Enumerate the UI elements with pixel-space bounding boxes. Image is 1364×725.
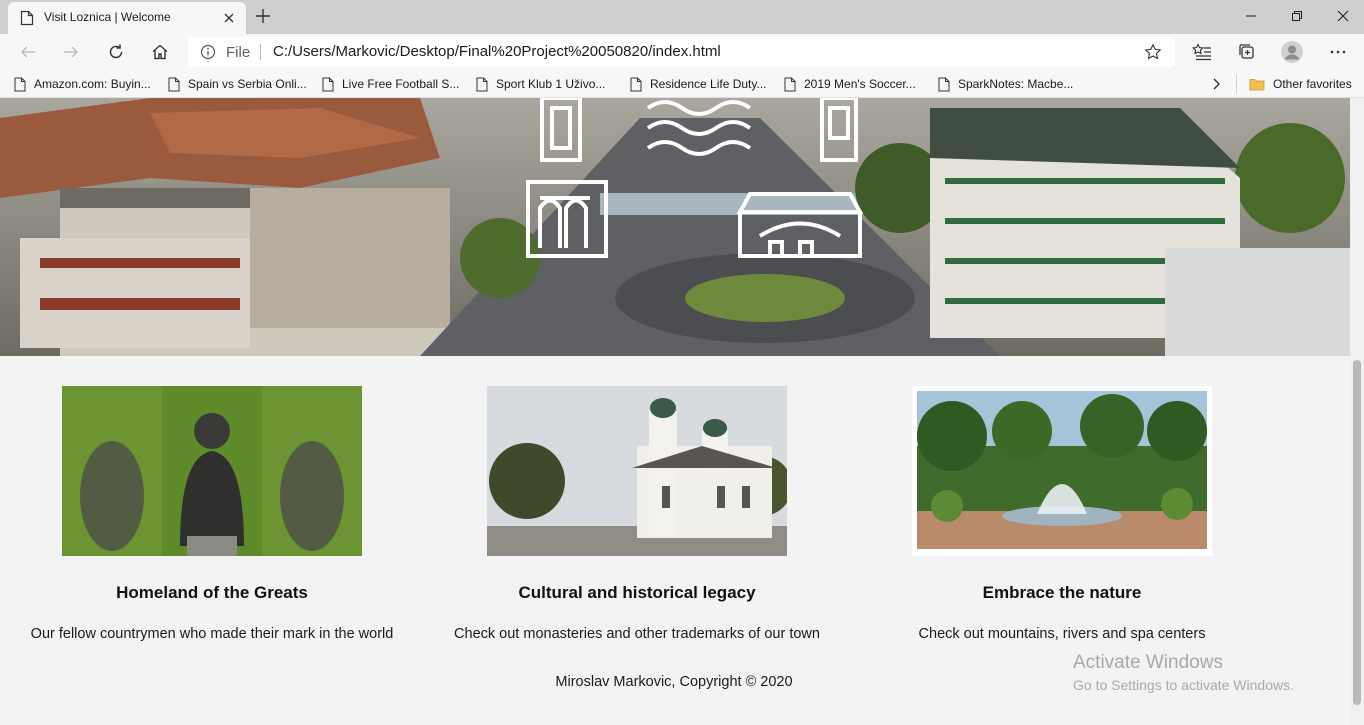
page-icon [322, 77, 334, 91]
browser-toolbar: File C:/Users/Markovic/Desktop/Final%20P… [0, 34, 1364, 70]
page-icon [476, 77, 488, 91]
footer-copyright: Miroslav Markovic, Copyright © 2020 [555, 674, 793, 690]
page-icon [630, 77, 642, 91]
address-scheme: File [226, 44, 251, 61]
favorite-label: Spain vs Serbia Onli... [188, 77, 307, 91]
address-bar[interactable]: File C:/Users/Markovic/Desktop/Final%20P… [188, 37, 1175, 67]
page-icon [784, 77, 796, 91]
address-separator [260, 44, 261, 60]
other-favorites-label: Other favorites [1273, 77, 1352, 91]
home-icon[interactable] [146, 38, 174, 66]
info-icon[interactable] [200, 44, 216, 65]
favorites-overflow-chevron-icon[interactable] [1212, 76, 1230, 92]
restore-icon[interactable] [1274, 4, 1320, 28]
favorite-item[interactable]: 2019 Men's Soccer... [784, 76, 916, 92]
new-tab-icon[interactable] [252, 5, 274, 27]
favorite-label: Sport Klub 1 Uživo... [496, 77, 606, 91]
scrollbar-thumb[interactable] [1353, 360, 1361, 705]
collections-icon[interactable] [1233, 38, 1261, 66]
favorite-item[interactable]: Residence Life Duty... [630, 76, 767, 92]
favorite-label: Live Free Football S... [342, 77, 460, 91]
favorite-item[interactable]: Amazon.com: Buyin... [14, 76, 151, 92]
back-icon[interactable] [14, 38, 42, 66]
favorite-label: Residence Life Duty... [650, 77, 767, 91]
fountain-park-image[interactable] [912, 386, 1212, 556]
town-panorama-image [0, 98, 1350, 356]
refresh-icon[interactable] [102, 38, 130, 66]
tab-title: Visit Loznica | Welcome [44, 10, 171, 24]
page-icon [938, 77, 950, 91]
forward-icon[interactable] [57, 38, 85, 66]
favorite-star-icon[interactable] [1144, 43, 1162, 66]
favorite-label: 2019 Men's Soccer... [804, 77, 916, 91]
favorites-bar: Amazon.com: Buyin... Spain vs Serbia Onl… [0, 70, 1364, 98]
vertical-scrollbar[interactable] [1350, 98, 1364, 725]
favorite-item[interactable]: Live Free Football S... [322, 76, 459, 92]
favorite-item[interactable]: SparkNotes: Macbe... [938, 76, 1073, 92]
favorite-label: SparkNotes: Macbe... [958, 77, 1074, 91]
favorites-divider [1236, 75, 1237, 93]
favorite-item[interactable]: Spain vs Serbia Onli... [168, 76, 307, 92]
watermark-subtitle: Go to Settings to activate Windows. [1073, 677, 1294, 693]
address-url[interactable]: C:/Users/Markovic/Desktop/Final%20Projec… [273, 43, 721, 60]
minimize-icon[interactable] [1228, 4, 1274, 28]
browser-tab[interactable]: Visit Loznica | Welcome [8, 2, 246, 34]
more-menu-icon[interactable] [1324, 38, 1352, 66]
statue-image[interactable] [62, 386, 362, 556]
card-title: Homeland of the Greats [116, 583, 308, 602]
tab-strip: Visit Loznica | Welcome [0, 0, 1364, 34]
hero-banner [0, 98, 1350, 356]
card-description: Our fellow countrymen who made their mar… [30, 626, 394, 642]
card-description: Check out mountains, rivers and spa cent… [918, 626, 1206, 642]
card-title: Embrace the nature [982, 583, 1142, 602]
church-image[interactable] [487, 386, 787, 556]
other-favorites[interactable]: Other favorites [1249, 76, 1352, 92]
card-title: Cultural and historical legacy [518, 583, 756, 602]
activate-windows-watermark: Activate Windows Go to Settings to activ… [1073, 652, 1294, 693]
card-description: Check out monasteries and other trademar… [454, 626, 820, 642]
profile-avatar-icon[interactable] [1278, 38, 1306, 66]
watermark-title: Activate Windows [1073, 652, 1223, 673]
page-icon [20, 10, 34, 31]
favorites-list-icon[interactable] [1188, 38, 1216, 66]
favorite-label: Amazon.com: Buyin... [34, 77, 151, 91]
page-viewport: Homeland of the Greats Our fellow countr… [0, 98, 1364, 725]
close-window-icon[interactable] [1320, 4, 1364, 28]
folder-icon [1249, 79, 1265, 91]
favorite-item[interactable]: Sport Klub 1 Uživo... [476, 76, 605, 92]
page-icon [168, 77, 180, 91]
page-icon [14, 77, 26, 91]
close-tab-icon[interactable] [220, 9, 238, 27]
